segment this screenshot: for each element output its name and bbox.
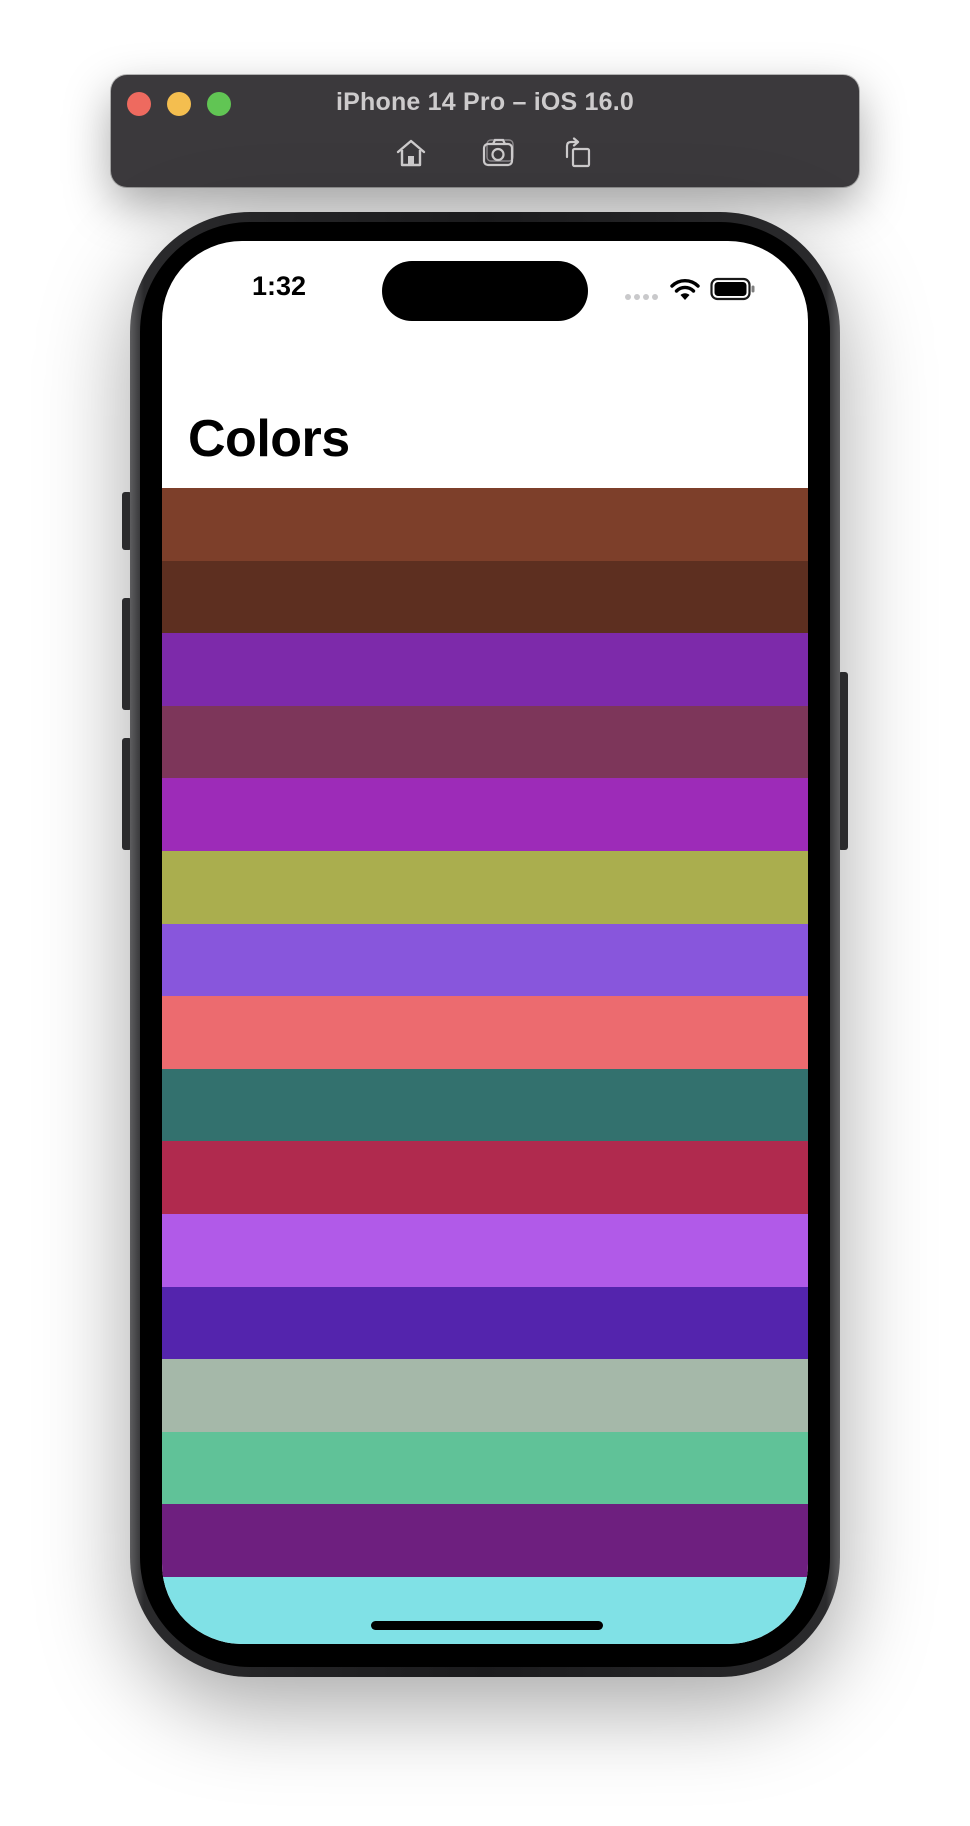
color-row[interactable] <box>162 850 808 924</box>
color-row[interactable] <box>162 1068 808 1142</box>
color-row[interactable] <box>162 1141 808 1214</box>
color-row[interactable] <box>162 1286 808 1360</box>
home-icon <box>396 139 426 167</box>
rotate-button[interactable] <box>557 135 597 171</box>
color-row[interactable] <box>162 923 808 997</box>
color-row[interactable] <box>162 705 808 779</box>
screenshot-button[interactable] <box>479 135 519 171</box>
cellular-signal-icon <box>625 294 658 300</box>
color-row[interactable] <box>162 1431 808 1505</box>
battery-icon <box>710 277 755 301</box>
home-button[interactable] <box>391 135 431 171</box>
home-indicator[interactable] <box>371 1621 603 1630</box>
color-row[interactable] <box>162 1504 808 1577</box>
phone-screen: 1:32 Colors <box>162 241 808 1644</box>
color-row[interactable] <box>162 633 808 706</box>
wifi-icon <box>670 279 700 300</box>
color-row[interactable] <box>162 1359 808 1432</box>
window-title: iPhone 14 Pro – iOS 16.0 <box>336 88 634 116</box>
camera-icon <box>482 138 514 167</box>
rotate-icon <box>565 137 591 168</box>
status-time: 1:32 <box>252 271 307 301</box>
color-row[interactable] <box>162 778 808 851</box>
color-row[interactable] <box>162 1213 808 1287</box>
color-row[interactable] <box>162 996 808 1069</box>
color-row[interactable] <box>162 1576 808 1644</box>
color-list[interactable] <box>162 488 808 1644</box>
simulator-window: iPhone 14 Pro – iOS 16.0 1:32 Colors <box>0 0 970 1826</box>
color-row[interactable] <box>162 560 808 634</box>
page-title: Colors <box>188 410 350 468</box>
dynamic-island <box>382 261 588 321</box>
color-row[interactable] <box>162 488 808 561</box>
